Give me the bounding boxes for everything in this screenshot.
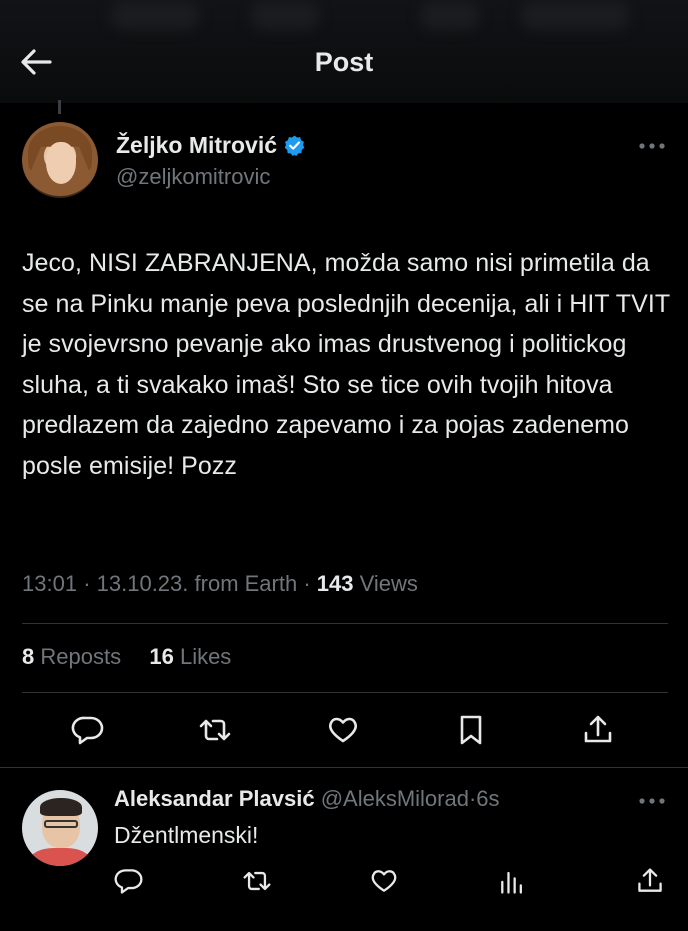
avatar[interactable] (22, 122, 98, 198)
tweet-meta: 13:01 · 13.10.23. from Earth · 143 Views (22, 571, 418, 596)
heart-icon[interactable] (369, 866, 399, 896)
divider (0, 767, 688, 768)
tweet-time[interactable]: 13:01 (22, 571, 77, 596)
reply-actions (0, 866, 688, 900)
reply-header: Aleksandar Plavsić @AleksMilorad·6s (114, 786, 500, 811)
divider (22, 692, 668, 693)
analytics-icon[interactable] (497, 866, 527, 896)
reply-time[interactable]: 6s (476, 786, 499, 811)
engagement-stats: 8 Reposts 16 Likes (22, 644, 231, 670)
tweet-date[interactable]: 13.10.23. (97, 571, 189, 596)
reply-author-name[interactable]: Aleksandar Plavsić (114, 786, 315, 811)
repost-icon[interactable] (242, 866, 272, 896)
thread-connector (58, 100, 61, 114)
tweet-text: Jeco, NISI ZABRANJENA, možda samo nisi p… (22, 249, 670, 480)
share-icon[interactable] (635, 866, 665, 896)
divider (22, 623, 668, 624)
reposts-label: Reposts (40, 644, 122, 669)
verified-badge-icon (284, 135, 305, 156)
tweet-actions (0, 713, 688, 753)
more-horizontal-icon[interactable] (638, 797, 666, 805)
post-page: Post Željko Mitrović @zeljkomitrovic Jec… (0, 0, 688, 931)
reply-text: Džentlmenski! (114, 822, 259, 848)
likes-label: Likes (179, 644, 232, 669)
views-count[interactable]: 143 (317, 571, 354, 596)
reposts-count: 8 (22, 644, 35, 669)
bookmark-icon[interactable] (454, 713, 488, 747)
arrow-left-icon (21, 49, 52, 75)
back-button[interactable] (16, 44, 56, 80)
likes-link[interactable]: 16 Likes (149, 644, 231, 669)
reply-avatar[interactable] (22, 790, 98, 866)
tweet-source: from Earth (194, 571, 298, 596)
share-icon[interactable] (581, 713, 615, 747)
comment-icon[interactable] (114, 866, 144, 896)
author-handle[interactable]: @zeljkomitrovic (116, 164, 306, 190)
tweet-author[interactable]: Željko Mitrović @zeljkomitrovic (22, 122, 306, 198)
comment-icon[interactable] (71, 713, 105, 747)
views-label[interactable]: Views (360, 571, 418, 596)
author-name[interactable]: Željko Mitrović (116, 132, 277, 159)
likes-count: 16 (149, 644, 174, 669)
page-title: Post (314, 46, 374, 77)
header: Post (0, 30, 688, 94)
reposts-link[interactable]: 8 Reposts (22, 644, 127, 669)
reply-author-handle[interactable]: @AleksMilorad (321, 786, 469, 811)
heart-icon[interactable] (326, 713, 360, 747)
more-horizontal-icon[interactable] (638, 142, 666, 150)
repost-icon[interactable] (198, 713, 232, 747)
